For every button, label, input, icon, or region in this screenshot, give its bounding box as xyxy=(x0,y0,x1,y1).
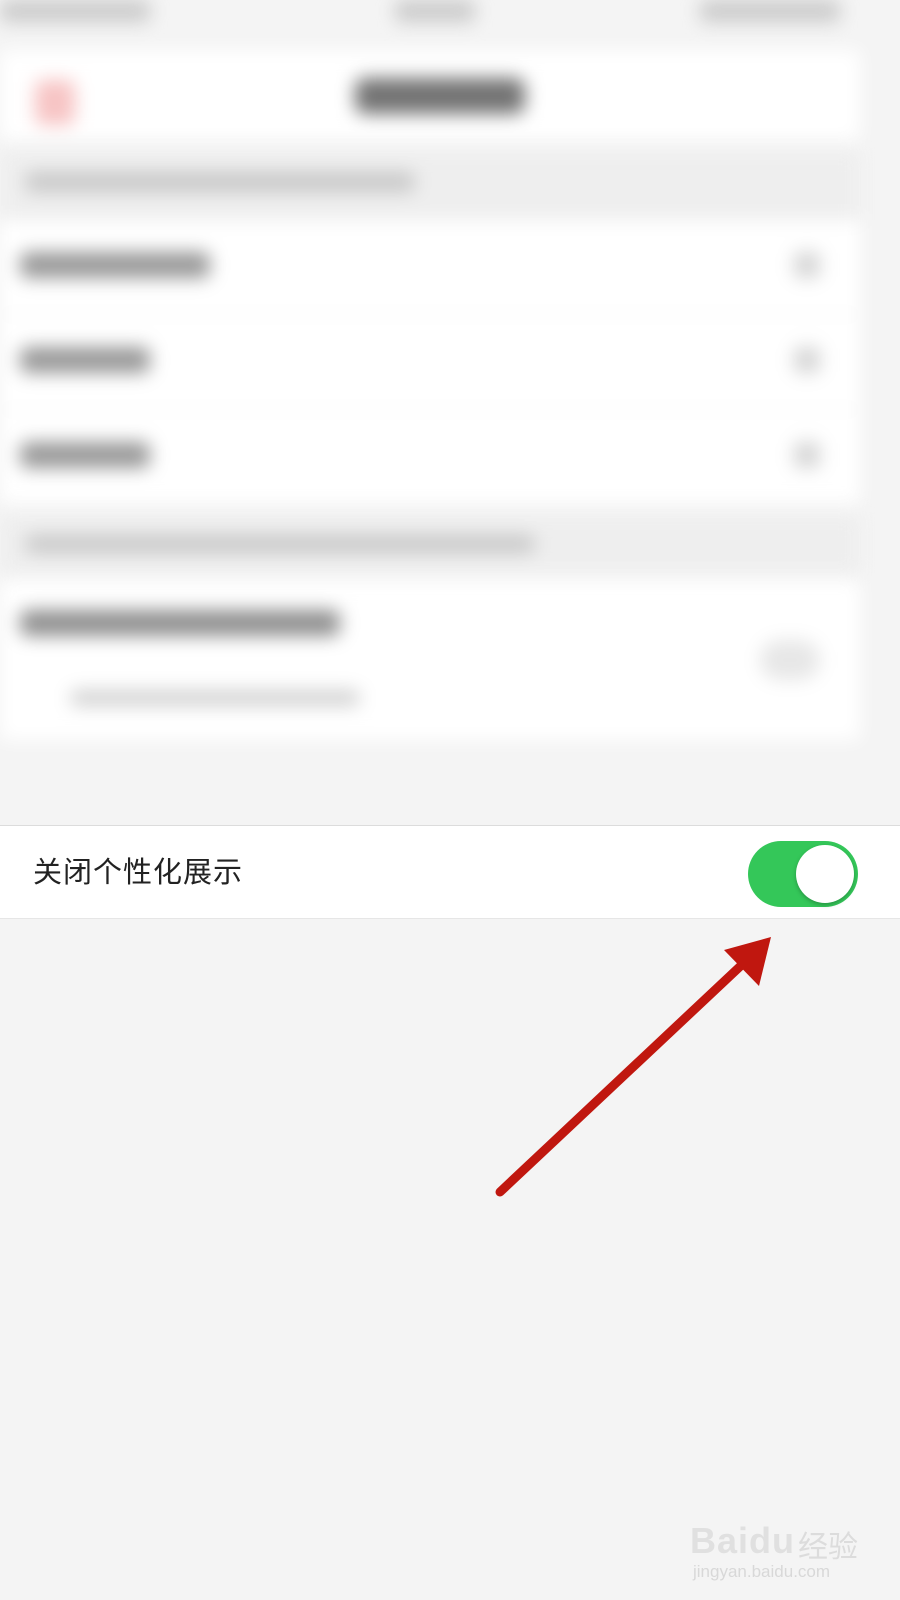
chevron-right-icon xyxy=(794,347,820,373)
personalized-display-toggle[interactable] xyxy=(748,841,858,907)
toggle-switch[interactable] xyxy=(760,640,820,680)
nav-bar xyxy=(0,50,860,140)
page-title xyxy=(355,78,525,114)
personalized-display-row[interactable]: 关闭个性化展示 xyxy=(0,825,900,919)
personalized-display-label: 关闭个性化展示 xyxy=(33,855,244,889)
list-item[interactable] xyxy=(0,220,860,315)
settings-group-2 xyxy=(0,580,860,740)
status-bar xyxy=(0,0,860,40)
screen: 关闭个性化展示 Baidu 经验 jingyan.baidu.com xyxy=(0,0,900,1600)
chevron-right-icon xyxy=(794,442,820,468)
section-footer xyxy=(0,515,860,575)
blurred-content xyxy=(0,0,900,825)
watermark-logo-cn: 经验 xyxy=(798,1530,858,1565)
watermark-logo: Baidu xyxy=(690,1520,796,1561)
chevron-right-icon xyxy=(794,252,820,278)
settings-group xyxy=(0,220,860,505)
baidu-jingyan-watermark: Baidu 经验 jingyan.baidu.com xyxy=(688,1500,868,1590)
toggle-knob xyxy=(796,845,854,903)
list-item[interactable] xyxy=(0,410,860,505)
list-item[interactable] xyxy=(0,315,860,410)
watermark-url: jingyan.baidu.com xyxy=(693,1562,831,1581)
back-icon[interactable] xyxy=(35,80,75,125)
section-header xyxy=(0,150,860,220)
